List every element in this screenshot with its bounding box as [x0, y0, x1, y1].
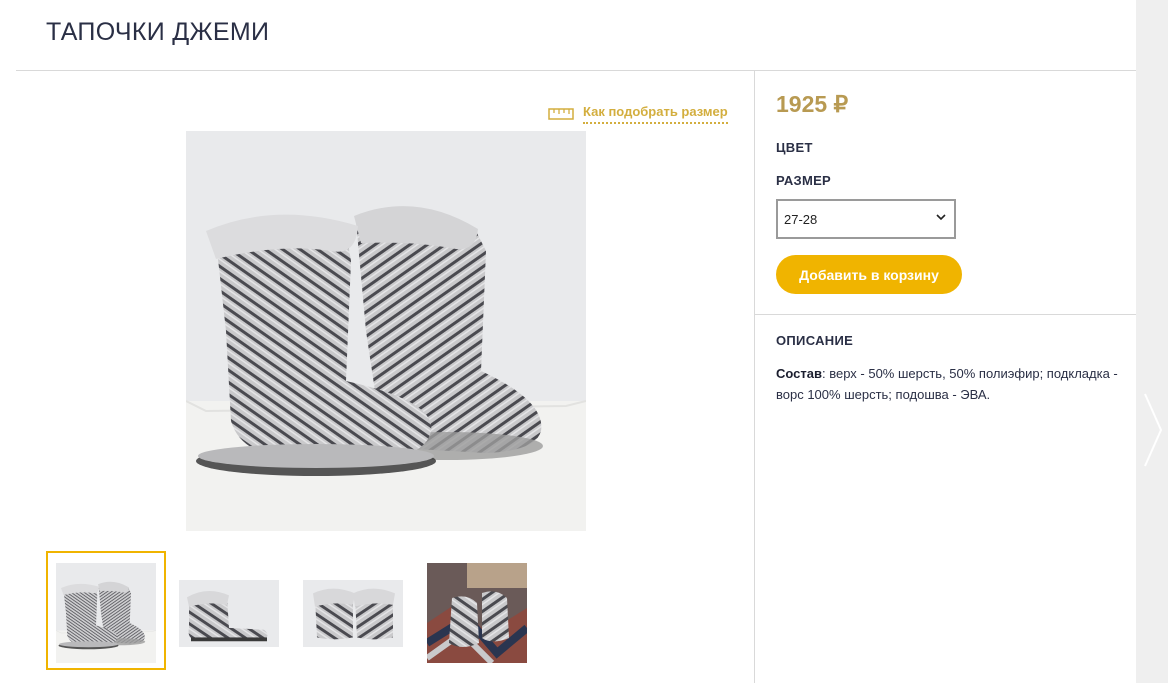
- add-to-cart-button[interactable]: Добавить в корзину: [776, 255, 962, 294]
- thumbnail-2[interactable]: [179, 580, 279, 647]
- size-guide-label: Как подобрать размер: [583, 104, 728, 124]
- ruler-icon: [548, 108, 574, 120]
- page-title: ТАПОЧКИ ДЖЕМИ: [46, 18, 270, 46]
- details-divider: [755, 314, 1136, 315]
- description-title: ОПИСАНИЕ: [776, 333, 854, 348]
- header-divider: [16, 70, 1136, 71]
- main-product-photo[interactable]: [186, 131, 586, 531]
- color-label: ЦВЕТ: [776, 140, 813, 155]
- column-divider: [754, 71, 755, 683]
- thumbnail-image: [303, 580, 403, 647]
- size-select[interactable]: 27-28: [776, 199, 956, 239]
- chevron-down-icon: [936, 214, 946, 221]
- thumbnail-image: [56, 563, 156, 663]
- product-price: 1925 ₽: [776, 91, 849, 117]
- description-text: Состав: верх - 50% шерсть, 50% полиэфир;…: [776, 363, 1126, 405]
- size-guide-link[interactable]: Как подобрать размер: [548, 104, 728, 124]
- composition-text: : верх - 50% шерсть, 50% полиэфир; подкл…: [776, 366, 1118, 402]
- next-arrow-icon[interactable]: [1141, 390, 1165, 470]
- size-label: РАЗМЕР: [776, 173, 832, 188]
- thumbnail-image: [427, 563, 527, 663]
- thumbnail-image: [179, 580, 279, 647]
- right-gutter: [1136, 0, 1168, 683]
- size-select-value: 27-28: [784, 211, 818, 227]
- thumbnail-3[interactable]: [303, 580, 403, 647]
- thumbnail-4[interactable]: [427, 563, 527, 663]
- thumbnail-1[interactable]: [46, 551, 166, 670]
- composition-label: Состав: [776, 366, 822, 381]
